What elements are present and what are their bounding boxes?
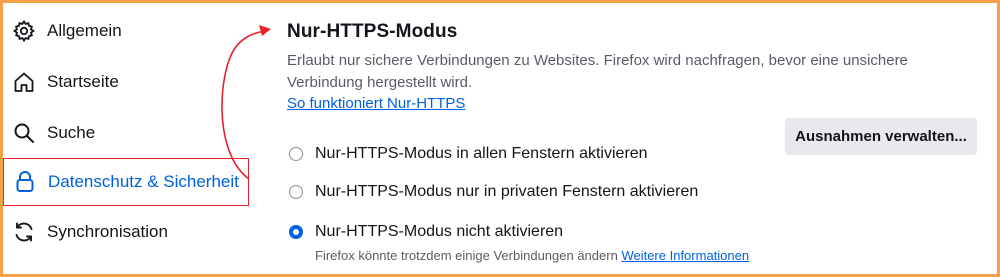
option-note: Firefox könnte trotzdem einige Verbindun… xyxy=(315,248,749,263)
sidebar-item-sync[interactable]: Synchronisation xyxy=(3,209,248,255)
sync-icon xyxy=(11,219,37,245)
lock-icon xyxy=(12,169,38,195)
sidebar-item-label: Datenschutz & Sicherheit xyxy=(48,172,239,191)
sidebar-item-label: Startseite xyxy=(47,72,119,91)
sidebar-item-general[interactable]: Allgemein xyxy=(3,8,248,54)
preferences-window: Allgemein Startseite Suche Datenschutz &… xyxy=(3,3,997,274)
radio-option-private-windows[interactable]: Nur-HTTPS-Modus nur in privaten Fenstern… xyxy=(289,183,698,201)
learn-more-link[interactable]: So funktioniert Nur-HTTPS xyxy=(287,95,465,112)
note-text: Firefox könnte trotzdem einige Verbindun… xyxy=(315,248,618,263)
radio-option-disabled[interactable]: Nur-HTTPS-Modus nicht aktivieren xyxy=(289,223,563,241)
section-title: Nur-HTTPS-Modus xyxy=(287,21,458,42)
radio-option-all-windows[interactable]: Nur-HTTPS-Modus in allen Fenstern aktivi… xyxy=(289,145,648,163)
radio-button[interactable] xyxy=(289,185,303,199)
sidebar-item-label: Suche xyxy=(47,123,96,142)
sidebar-item-search[interactable]: Suche xyxy=(3,110,248,156)
sidebar-item-label: Allgemein xyxy=(47,21,122,40)
gear-icon xyxy=(11,18,37,44)
sidebar-item-privacy-security[interactable]: Datenschutz & Sicherheit xyxy=(3,158,249,206)
sidebar-item-label: Synchronisation xyxy=(47,222,168,241)
radio-label: Nur-HTTPS-Modus nicht aktivieren xyxy=(315,223,564,240)
more-info-link[interactable]: Weitere Informationen xyxy=(621,248,749,263)
sidebar-item-home[interactable]: Startseite xyxy=(3,59,248,105)
https-only-section: Nur-HTTPS-Modus Erlaubt nur sichere Verb… xyxy=(287,3,987,274)
radio-button[interactable] xyxy=(289,147,303,161)
section-description: Erlaubt nur sichere Verbindungen zu Webs… xyxy=(287,52,908,91)
radio-button-checked[interactable] xyxy=(289,225,303,239)
search-icon xyxy=(11,120,37,146)
manage-exceptions-button[interactable]: Ausnahmen verwalten... xyxy=(785,118,977,155)
radio-label: Nur-HTTPS-Modus in allen Fenstern aktivi… xyxy=(315,145,648,162)
sidebar: Allgemein Startseite Suche Datenschutz &… xyxy=(3,3,253,274)
home-icon xyxy=(11,69,37,95)
radio-label: Nur-HTTPS-Modus nur in privaten Fenstern… xyxy=(315,183,699,200)
